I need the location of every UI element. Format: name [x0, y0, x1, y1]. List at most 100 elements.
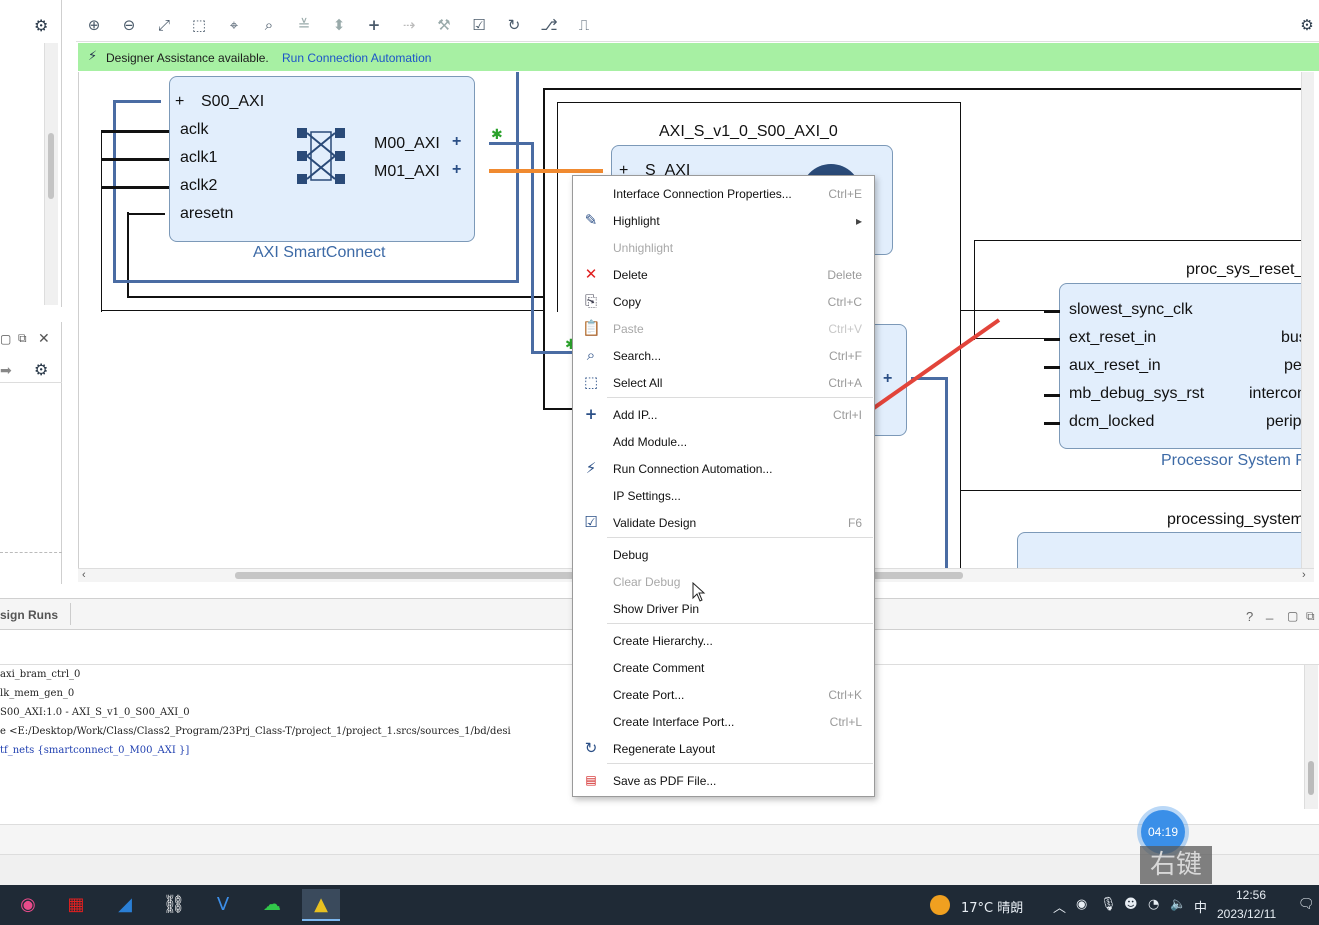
menu-item-debug[interactable]: Debug [573, 540, 874, 566]
arrow-right-icon[interactable]: ➡ [0, 362, 12, 379]
status-bar-lower [0, 854, 1319, 885]
menu-item-run-connection-automation[interactable]: ⚡ Run Connection Automation... [573, 454, 874, 480]
validate-icon: ☑ [584, 513, 598, 531]
search-icon: ⌕ [586, 346, 596, 364]
clock-date[interactable]: 2023/12/11 [1217, 907, 1276, 921]
menu-item-create-comment[interactable]: Create Comment [573, 653, 874, 679]
zoom-in-icon[interactable]: ⊕ [85, 16, 103, 34]
float-icon[interactable]: ⧉ [18, 331, 27, 346]
select-all-icon: ⬚ [583, 373, 599, 391]
zoom-fit-icon[interactable]: ⤢ [155, 16, 173, 34]
delete-icon: ✕ [584, 265, 598, 283]
gear-icon[interactable]: ⚙ [34, 360, 48, 379]
help-icon[interactable]: ? [1246, 609, 1253, 624]
menu-item-ip-settings[interactable]: IP Settings... [573, 481, 874, 507]
zoom-area-icon[interactable]: ⬚ [190, 16, 208, 34]
left-scrollbar[interactable] [44, 43, 58, 305]
app-red-icon[interactable]: ▦ [57, 889, 95, 921]
float-icon[interactable]: ⧉ [1306, 609, 1315, 624]
menu-item-unhighlight[interactable]: Unhighlight [573, 233, 874, 259]
key-caption: 右键 [1140, 846, 1212, 884]
console-line: S00_AXI:1.0 - AXI_S_v1_0_S00_AXI_0 [0, 707, 190, 718]
refresh-icon[interactable]: ↻ [505, 16, 523, 34]
notification-icon[interactable]: 🗨 [1298, 897, 1315, 912]
console-vscrollbar[interactable] [1304, 665, 1318, 809]
zoom-out-icon[interactable]: ⊖ [120, 16, 138, 34]
search-icon[interactable]: ⌕ [260, 16, 278, 34]
menu-item-save-as-pdf[interactable]: ▤ Save as PDF File... [573, 766, 874, 792]
expand-icon[interactable]: ⬍ [330, 16, 348, 34]
diagram-toolbar: ⊕ ⊖ ⤢ ⬚ ⌖ ⌕ ≚ ⬍ + ⇢ ⚒ ☑ ↻ ⎇ ⎍ ⚙ [76, 8, 1319, 42]
designer-assistance-bar: ⚡ Designer Assistance available. Run Con… [78, 43, 1319, 71]
regenerate-icon: ↻ [584, 739, 598, 757]
console-line: e <E:/Desktop/Work/Class/Class2_Program/… [0, 726, 511, 737]
microphone-icon[interactable]: 🎙 [1100, 897, 1117, 912]
vivado-icon[interactable]: ▲ [302, 889, 340, 921]
automation-icon: ⚡ [88, 49, 98, 64]
menu-item-search[interactable]: ⌕ Search... Ctrl+F [573, 341, 874, 367]
highlight-icon: ✎ [584, 211, 598, 229]
make-connection-icon[interactable]: ⇢ [400, 16, 418, 34]
weather-text[interactable]: 17°C 晴朗 [961, 897, 1023, 916]
scroll-left-icon[interactable]: ‹ [82, 569, 86, 581]
menu-item-interface-connection-properties[interactable]: Interface Connection Properties... Ctrl+E [573, 179, 874, 205]
wechat-icon[interactable]: ☁ [253, 889, 291, 921]
weather-icon [930, 895, 950, 915]
menu-item-validate-design[interactable]: ☑ Validate Design F6 [573, 508, 874, 534]
chevron-up-icon[interactable]: ︿ [1053, 897, 1066, 916]
left-panel-middle: ▢ ⧉ ✕ ➡ ⚙ [0, 322, 62, 584]
pin-icon[interactable]: ⎇ [540, 16, 558, 34]
tab-design-runs[interactable]: sign Runs [0, 608, 58, 622]
gear-icon[interactable]: ⚙ [1298, 16, 1316, 34]
gear-icon[interactable]: ⚙ [34, 16, 48, 35]
scroll-right-icon[interactable]: › [1302, 569, 1306, 581]
vivado-hls-icon[interactable]: V [204, 889, 242, 921]
clock-time[interactable]: 12:56 [1236, 888, 1266, 902]
maximize-icon[interactable]: ▢ [1287, 609, 1298, 623]
menu-item-create-interface-port[interactable]: Create Interface Port... Ctrl+L [573, 707, 874, 733]
center-icon[interactable]: ⌖ [225, 16, 243, 34]
left-panel-top: ⚙ [0, 0, 62, 307]
menu-item-create-port[interactable]: Create Port... Ctrl+K [573, 680, 874, 706]
collapse-icon[interactable]: ≚ [295, 16, 313, 34]
menu-item-copy[interactable]: ⎘ Copy Ctrl+C [573, 287, 874, 313]
menu-item-clear-debug[interactable]: Clear Debug [573, 567, 874, 593]
volume-icon[interactable]: 🔈 [1170, 897, 1186, 912]
wrench-icon[interactable]: ⚒ [435, 16, 453, 34]
menu-item-add-module[interactable]: Add Module... [573, 427, 874, 453]
menu-item-select-all[interactable]: ⬚ Select All Ctrl+A [573, 368, 874, 394]
pdf-app-icon[interactable]: ◉ [9, 889, 47, 921]
context-menu: Interface Connection Properties... Ctrl+E… [572, 175, 875, 797]
shark-app-icon[interactable]: ◢ [106, 889, 144, 921]
qq-icon[interactable]: ☻ [1124, 897, 1138, 912]
windows-taskbar: ◉ ▦ ◢ ⛓ V ☁ ▲ 17°C 晴朗 ︿ ◉ 🎙 ☻ ◔ 🔈 中 12:5… [0, 885, 1319, 925]
ime-indicator[interactable]: 中 [1194, 897, 1207, 916]
minimize-icon[interactable]: _ [1266, 605, 1273, 620]
port-icon[interactable]: ⎍ [575, 16, 593, 34]
add-ip-icon[interactable]: + [365, 16, 383, 34]
pdf-icon: ▤ [585, 773, 597, 787]
record-icon[interactable]: ◉ [1076, 897, 1087, 912]
copy-icon: ⎘ [584, 292, 597, 310]
restore-icon[interactable]: ▢ [0, 332, 11, 346]
add-icon: + [584, 405, 598, 423]
automation-icon: ⚡ [585, 459, 597, 477]
run-connection-automation-link[interactable]: Run Connection Automation [282, 51, 431, 65]
menu-item-regenerate-layout[interactable]: ↻ Regenerate Layout [573, 734, 874, 760]
menu-item-paste[interactable]: 📋 Paste Ctrl+V [573, 314, 874, 340]
assist-message: Designer Assistance available. [106, 51, 269, 65]
wifi-icon[interactable]: ◔ [1148, 897, 1159, 912]
menu-item-highlight[interactable]: ✎ Highlight ▸ [573, 206, 874, 232]
network-app-icon[interactable]: ⛓ [155, 889, 193, 921]
console-line: lk_mem_gen_0 [0, 688, 75, 699]
menu-item-show-driver-pin[interactable]: Show Driver Pin [573, 594, 874, 620]
console-line: tf_nets {smartconnect_0_M00_AXI }] [0, 745, 190, 756]
close-icon[interactable]: ✕ [38, 330, 50, 347]
menu-item-create-hierarchy[interactable]: Create Hierarchy... [573, 626, 874, 652]
validate-icon[interactable]: ☑ [470, 16, 488, 34]
menu-item-add-ip[interactable]: + Add IP... Ctrl+I [573, 400, 874, 426]
console-line: axi_bram_ctrl_0 [0, 669, 81, 680]
menu-item-delete[interactable]: ✕ Delete Delete [573, 260, 874, 286]
paste-icon: 📋 [582, 319, 601, 337]
status-bar [0, 824, 1319, 854]
